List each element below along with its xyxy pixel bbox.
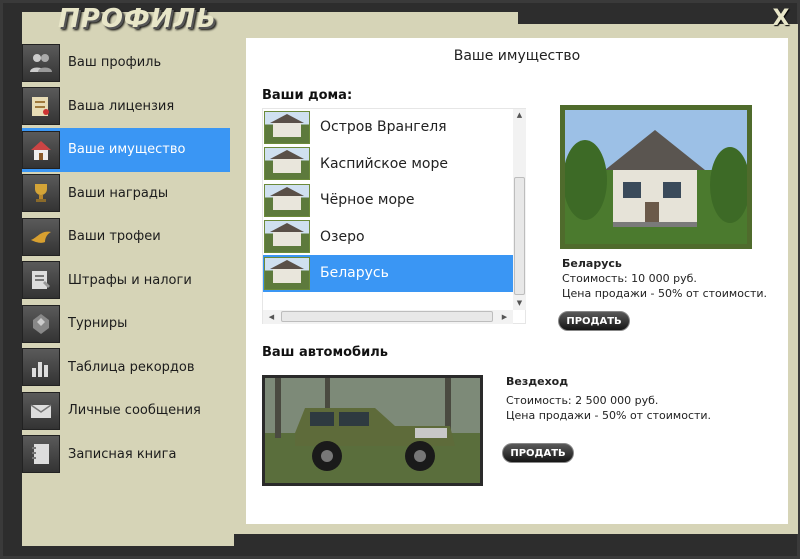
house-name: Остров Врангеля — [320, 119, 447, 136]
houses-list: Остров Врангеля Каспийское море Чёрное м… — [263, 109, 513, 310]
selected-house-info: Беларусь Стоимость: 10 000 руб. Цена про… — [562, 256, 767, 301]
close-button[interactable]: X — [770, 8, 792, 30]
sidebar-item-label: Штрафы и налоги — [68, 272, 192, 288]
house-name: Каспийское море — [320, 155, 448, 172]
houses-horizontal-scrollbar[interactable]: ◀ ▶ — [263, 310, 513, 324]
houses-list-box: Остров Врангеля Каспийское море Чёрное м… — [262, 108, 526, 324]
sidebar-item-property[interactable]: Ваше имущество — [22, 128, 230, 172]
scroll-down-arrow-icon[interactable]: ▼ — [513, 297, 526, 310]
envelope-icon — [22, 391, 60, 430]
car-info: Вездеход Стоимость: 2 500 000 руб. Цена … — [506, 374, 711, 423]
car-cost: Стоимость: 2 500 000 руб. — [506, 394, 659, 407]
sidebar-item-awards[interactable]: Ваши награды — [22, 172, 230, 216]
notebook-icon — [22, 435, 60, 474]
car-image — [262, 375, 483, 486]
house-thumbnail — [264, 183, 310, 217]
sidebar-item-label: Турниры — [68, 316, 128, 332]
sidebar-item-label: Таблица рекордов — [68, 359, 195, 375]
sidebar-item-label: Ваш профиль — [68, 55, 162, 71]
car-sale: Цена продажи - 50% от стоимости. — [506, 409, 712, 422]
house-item-selected[interactable]: Беларусь — [263, 255, 513, 292]
users-icon — [22, 43, 60, 82]
sell-house-button[interactable]: ПРОДАТЬ — [558, 311, 630, 331]
selected-house-name: Беларусь — [562, 257, 622, 270]
records-chart-icon — [22, 348, 60, 387]
sidebar-item-records[interactable]: Таблица рекордов — [22, 346, 230, 390]
house-item[interactable]: Остров Врангеля — [263, 109, 513, 146]
sidebar-item-notebook[interactable]: Записная книга — [22, 433, 230, 477]
sidebar-item-messages[interactable]: Личные сообщения — [22, 389, 230, 433]
license-icon — [22, 87, 60, 126]
selected-house-image — [560, 105, 752, 249]
sidebar-item-profile[interactable]: Ваш профиль — [22, 41, 230, 85]
trophy-bird-icon — [22, 217, 60, 256]
sidebar-item-label: Личные сообщения — [68, 403, 201, 419]
sidebar-item-trophies[interactable]: Ваши трофеи — [22, 215, 230, 259]
car-heading: Ваш автомобиль — [262, 345, 388, 360]
sidebar-item-license[interactable]: Ваша лицензия — [22, 85, 230, 129]
house-thumbnail — [264, 147, 310, 181]
house-thumbnail — [264, 256, 310, 290]
sell-car-button[interactable]: ПРОДАТЬ — [502, 443, 574, 463]
horizontal-scroll-thumb[interactable] — [281, 311, 493, 322]
house-item[interactable]: Каспийское море — [263, 146, 513, 183]
scroll-up-arrow-icon[interactable]: ▲ — [513, 109, 526, 122]
house-thumbnail — [264, 220, 310, 254]
sidebar-item-label: Ваши награды — [68, 185, 169, 201]
houses-heading: Ваши дома: — [262, 88, 353, 103]
sidebar-item-tournaments[interactable]: Турниры — [22, 302, 230, 346]
tournament-icon — [22, 304, 60, 343]
house-name: Беларусь — [320, 265, 389, 282]
sidebar-item-label: Ваше имущество — [68, 142, 186, 158]
content-panel: Ваше имущество Ваши дома: Остров Врангел… — [246, 38, 788, 524]
house-name: Озеро — [320, 228, 365, 245]
car-name: Вездеход — [506, 375, 569, 388]
trophy-icon — [22, 174, 60, 213]
scroll-left-arrow-icon[interactable]: ◀ — [265, 311, 278, 324]
sidebar-item-fines[interactable]: Штрафы и налоги — [22, 259, 230, 303]
window-title: ПРОФИЛЬ — [58, 4, 217, 34]
fines-icon — [22, 261, 60, 300]
house-item[interactable]: Чёрное море — [263, 182, 513, 219]
house-icon — [22, 130, 60, 169]
selected-house-sale: Цена продажи - 50% от стоимости. — [562, 287, 768, 300]
sidebar: Ваш профиль Ваша лицензия Ваше имущество… — [22, 41, 230, 476]
sidebar-item-label: Ваши трофеи — [68, 229, 161, 245]
vertical-scroll-thumb[interactable] — [514, 177, 525, 295]
sidebar-item-label: Ваша лицензия — [68, 98, 175, 114]
houses-vertical-scrollbar[interactable]: ▲ ▼ — [513, 109, 526, 310]
scroll-right-arrow-icon[interactable]: ▶ — [498, 311, 511, 324]
page-title: Ваше имущество — [453, 48, 581, 64]
house-item[interactable]: Озеро — [263, 219, 513, 256]
selected-house-cost: Стоимость: 10 000 руб. — [562, 272, 697, 285]
house-thumbnail — [264, 110, 310, 144]
house-name: Чёрное море — [320, 192, 415, 209]
sidebar-item-label: Записная книга — [68, 446, 177, 462]
